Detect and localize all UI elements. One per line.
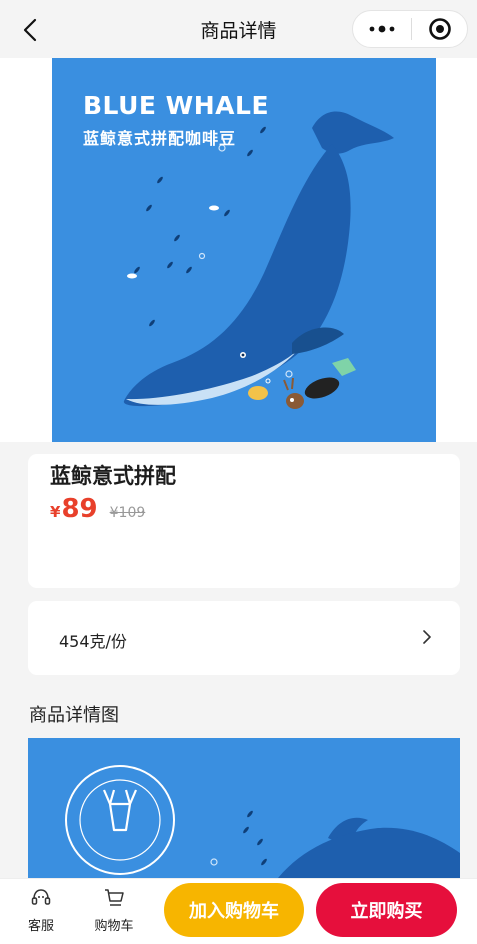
hero-brand-title: BLUE WHALE — [83, 91, 270, 120]
customer-service-button[interactable]: 客服 — [16, 888, 66, 934]
price-row: ¥ 89 ¥109 — [50, 494, 145, 524]
spec-selector[interactable]: 454克/份 — [28, 601, 460, 675]
cart-button[interactable]: 购物车 — [89, 888, 139, 934]
product-info-card: 蓝鲸意式拼配 ¥ 89 ¥109 — [28, 454, 460, 588]
add-to-cart-button[interactable]: 加入购物车 — [164, 883, 304, 937]
cart-label: 购物车 — [94, 919, 134, 934]
current-price: 89 — [61, 494, 98, 524]
product-detail-image — [28, 738, 460, 878]
chevron-right-icon — [423, 630, 431, 644]
chevron-left-icon — [23, 18, 37, 42]
product-gallery: BLUE WHALE 蓝鲸意式拼配咖啡豆 — [0, 58, 477, 442]
customer-service-label: 客服 — [27, 919, 54, 934]
mini-program-capsule — [352, 10, 468, 48]
detail-section-title: 商品详情图 — [29, 705, 119, 726]
target-circle-icon — [428, 18, 451, 40]
shopping-cart-icon — [105, 889, 124, 906]
hero-product-subtitle: 蓝鲸意式拼配咖啡豆 — [83, 129, 237, 148]
spec-label: 454克/份 — [59, 632, 127, 651]
product-name: 蓝鲸意式拼配 — [50, 464, 176, 488]
ellipsis-icon — [369, 25, 395, 33]
product-image[interactable]: BLUE WHALE 蓝鲸意式拼配咖啡豆 — [52, 58, 436, 442]
more-button[interactable] — [353, 11, 411, 47]
buy-now-button[interactable]: 立即购买 — [316, 883, 457, 937]
navigation-bar: 商品详情 — [0, 0, 477, 58]
original-price: ¥109 — [109, 505, 146, 521]
close-mini-program-button[interactable] — [412, 11, 467, 47]
headset-icon — [31, 889, 51, 905]
detail-illustration — [65, 765, 460, 878]
back-button[interactable] — [14, 14, 46, 46]
currency-symbol: ¥ — [50, 503, 61, 521]
bottom-action-bar: 客服 购物车 加入购物车 立即购买 — [0, 878, 477, 944]
